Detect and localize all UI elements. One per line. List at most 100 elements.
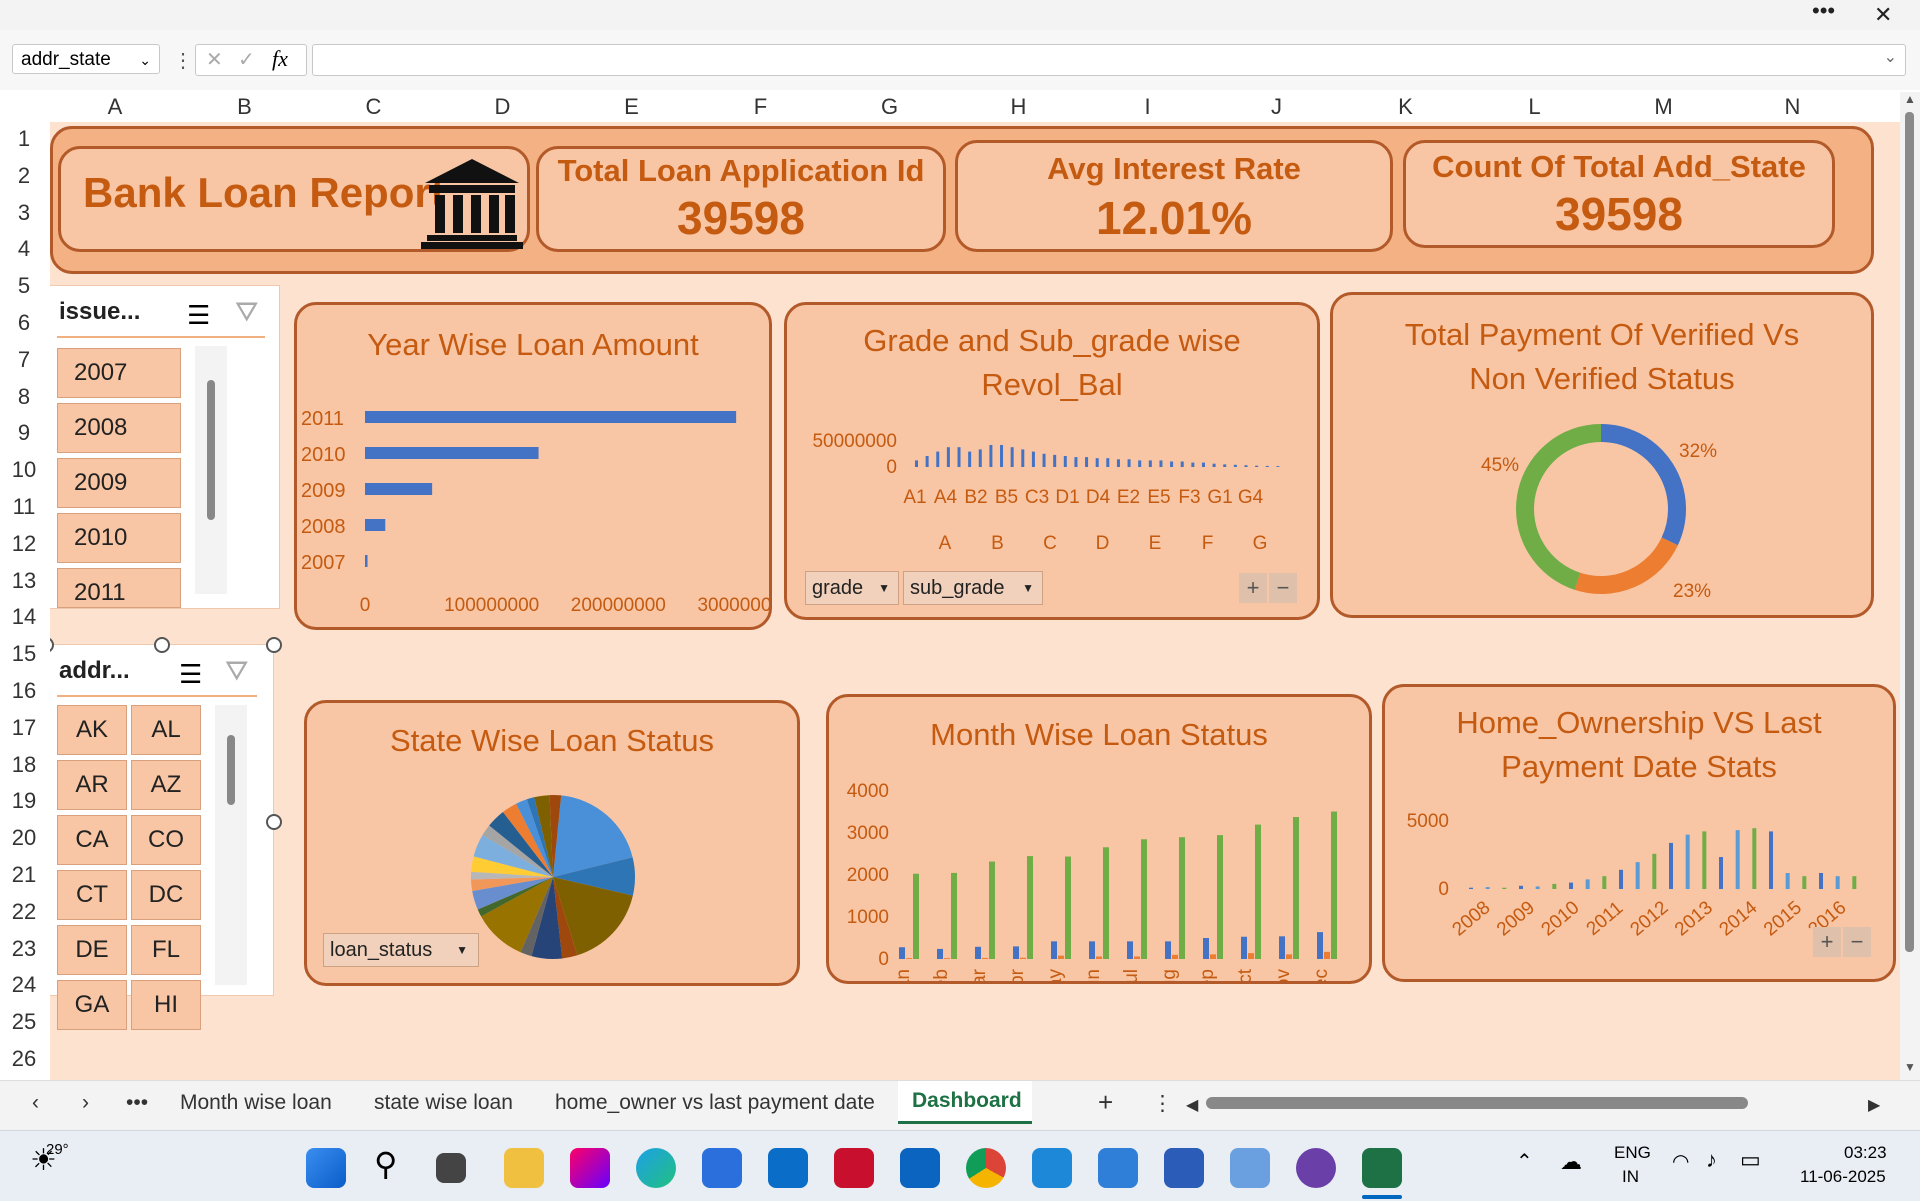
sheet-options-icon[interactable]: ⋮ [1152, 1091, 1173, 1116]
mcafee-icon[interactable] [834, 1148, 874, 1188]
row-6[interactable]: 6 [0, 310, 48, 336]
column-L[interactable]: L [1470, 92, 1599, 122]
column-G[interactable]: G [825, 92, 954, 122]
chrome-icon[interactable] [966, 1148, 1006, 1188]
row-24[interactable]: 24 [0, 972, 48, 998]
slicer-item[interactable]: DC [131, 870, 201, 920]
slicer-item[interactable]: 2008 [57, 403, 181, 453]
search-icon[interactable]: ⚲ [374, 1145, 397, 1183]
clear-filter-icon[interactable]: ⛛ [235, 296, 259, 329]
row-12[interactable]: 12 [0, 531, 48, 557]
collapse-field-button[interactable]: − [1843, 927, 1871, 957]
row-14[interactable]: 14 [0, 604, 48, 630]
scroll-left-icon[interactable]: ◀ [1186, 1095, 1198, 1115]
clock-date[interactable]: 11-06-2025 [1800, 1167, 1886, 1187]
horizontal-scroll-thumb[interactable] [1206, 1097, 1748, 1109]
vscode-icon[interactable] [1032, 1148, 1072, 1188]
excel-icon[interactable] [1362, 1148, 1402, 1188]
volume-icon[interactable]: ♪ [1706, 1147, 1717, 1173]
cancel-icon[interactable]: ✕ [206, 47, 223, 72]
scrollbar-thumb[interactable] [1905, 112, 1914, 952]
expand-field-button[interactable]: + [1239, 573, 1267, 603]
expand-icon[interactable]: ⌄ [1884, 47, 1897, 67]
chart-verified-status[interactable]: Total Payment Of Verified Vs Non Verifie… [1330, 292, 1874, 618]
row-22[interactable]: 22 [0, 899, 48, 925]
row-8[interactable]: 8 [0, 384, 48, 410]
copilot-icon[interactable] [570, 1148, 610, 1188]
name-box[interactable]: addr_state ⌄ [12, 44, 160, 74]
slicer-item[interactable]: CO [131, 815, 201, 865]
grade-filter-button[interactable]: grade ▼ [805, 571, 899, 605]
github-icon[interactable] [1296, 1148, 1336, 1188]
chart-year-wise-loan[interactable]: Year Wise Loan Amount 2011 2010 2009 2008 20… [294, 302, 772, 630]
chart-grade-revol-bal[interactable]: Grade and Sub_grade wise Revol_Bal 50000… [784, 302, 1320, 620]
clock-time[interactable]: 03:23 [1844, 1143, 1887, 1163]
photos-icon[interactable] [1098, 1148, 1138, 1188]
enter-icon[interactable]: ✓ [238, 47, 255, 72]
insert-function-icon[interactable]: fx [272, 46, 288, 72]
row-26[interactable]: 26 [0, 1046, 48, 1072]
start-icon[interactable] [306, 1148, 346, 1188]
column-F[interactable]: F [696, 92, 825, 122]
close-button[interactable]: ✕ [1874, 2, 1892, 28]
column-I[interactable]: I [1083, 92, 1212, 122]
resize-handle[interactable] [266, 814, 282, 830]
store-icon[interactable] [702, 1148, 742, 1188]
more-sheets-icon[interactable]: ••• [126, 1091, 148, 1115]
scroll-down-icon[interactable]: ▼ [1904, 1060, 1916, 1074]
multi-select-icon[interactable]: ☰ [187, 300, 210, 331]
next-sheet-icon[interactable]: › [82, 1091, 89, 1115]
row-5[interactable]: 5 [0, 273, 48, 299]
row-13[interactable]: 13 [0, 568, 48, 594]
chart-month-wise-loan[interactable]: Month Wise Loan Status 4000 3000 2000 1000 0… [826, 694, 1372, 984]
slicer-item[interactable]: FL [131, 925, 201, 975]
slicer-item[interactable]: CT [57, 870, 127, 920]
cloud-offline-icon[interactable]: ☁ [1560, 1149, 1582, 1175]
slicer-addr-state[interactable]: addr... ☰ ⛛ AK AL AR AZ CA CO CT DC DE F… [50, 644, 274, 1030]
resize-handle[interactable] [266, 637, 282, 653]
file-explorer-icon[interactable] [504, 1148, 544, 1188]
more-options-button[interactable]: ••• [1812, 0, 1835, 24]
clear-filter-icon[interactable]: ⛛ [225, 655, 249, 688]
scroll-up-icon[interactable]: ▲ [1904, 92, 1916, 106]
slicer-item[interactable]: AZ [131, 760, 201, 810]
slicer-item[interactable]: CA [57, 815, 127, 865]
slicer-item[interactable]: 2010 [57, 513, 181, 563]
column-M[interactable]: M [1599, 92, 1728, 122]
loan-status-filter-button[interactable]: loan_status ▼ [323, 933, 479, 967]
slicer-item[interactable]: 2011 [57, 568, 181, 608]
column-K[interactable]: K [1341, 92, 1470, 122]
language-indicator[interactable]: ENG [1614, 1143, 1651, 1163]
slicer-item[interactable]: DE [57, 925, 127, 975]
slicer-scroll-thumb[interactable] [227, 735, 235, 805]
column-J[interactable]: J [1212, 92, 1341, 122]
slicer-scrollbar[interactable] [215, 705, 247, 985]
column-D[interactable]: D [438, 92, 567, 122]
slicer-item[interactable]: AR [57, 760, 127, 810]
row-10[interactable]: 10 [0, 457, 48, 483]
row-15[interactable]: 15 [0, 641, 48, 667]
slicer-item[interactable]: 2007 [57, 348, 181, 398]
outlook-icon[interactable] [900, 1148, 940, 1188]
row-23[interactable]: 23 [0, 936, 48, 962]
column-N[interactable]: N [1728, 92, 1857, 122]
sheet-tab[interactable]: Month wise loan [180, 1091, 332, 1115]
row-19[interactable]: 19 [0, 788, 48, 814]
slicer-item[interactable]: 2009 [57, 458, 181, 508]
slicer-scrollbar[interactable] [195, 346, 227, 594]
row-9[interactable]: 9 [0, 420, 48, 446]
row-11[interactable]: 11 [0, 494, 48, 520]
row-3[interactable]: 3 [0, 200, 48, 226]
row-1[interactable]: 1 [0, 126, 48, 152]
sheet-tab[interactable]: state wise loan [374, 1091, 513, 1115]
slicer-scroll-thumb[interactable] [207, 380, 215, 520]
chart-state-wise-loan[interactable]: State Wise Loan Status loan_status ▼ [304, 700, 800, 986]
chart-home-ownership[interactable]: Home_Ownership VS Last Payment Date Stat… [1382, 684, 1896, 982]
wifi-icon[interactable]: ◠ [1672, 1149, 1689, 1174]
column-H[interactable]: H [954, 92, 1083, 122]
column-B[interactable]: B [180, 92, 309, 122]
multi-select-icon[interactable]: ☰ [179, 659, 202, 690]
slicer-issue-date[interactable]: issue... ☰ ⛛ 2007 2008 2009 2010 2011 [50, 285, 280, 609]
row-2[interactable]: 2 [0, 163, 48, 189]
scroll-right-icon[interactable]: ▶ [1868, 1095, 1880, 1115]
